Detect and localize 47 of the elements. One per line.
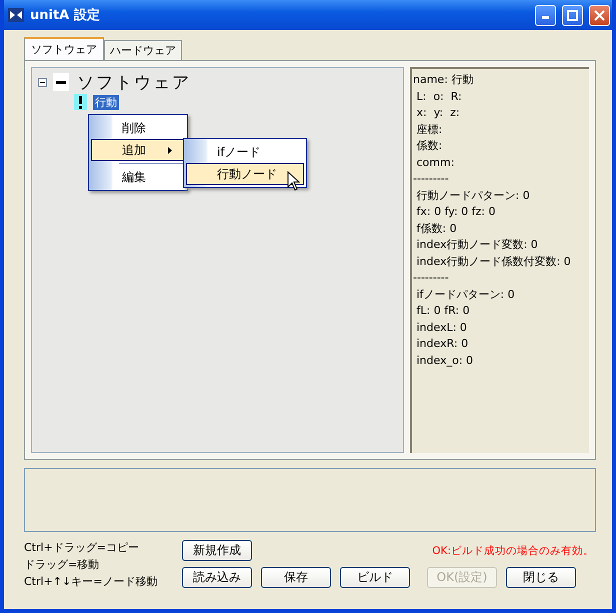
info-line: f係数: 0 — [415, 220, 458, 236]
maximize-icon — [567, 10, 578, 20]
hint-text: ドラッグ=移動 — [24, 557, 100, 572]
menu-item[interactable]: 追加 — [91, 139, 185, 161]
info-line: 座標: — [415, 122, 444, 138]
info-line: index行動ノード変数: 0 — [415, 237, 539, 253]
menu-item[interactable]: 行動ノード — [186, 163, 304, 185]
action-button[interactable]: 閉じる — [506, 567, 576, 588]
info-line: fx: 0 fy: 0 fz: 0 — [415, 204, 497, 220]
menu-item[interactable]: 削除 — [91, 117, 185, 139]
exclamation-icon — [74, 94, 87, 110]
hint-text: Ctrl+↑↓キー=ノード移動 — [24, 574, 158, 589]
info-line: index_o: 0 — [415, 352, 474, 369]
info-line: --------- — [413, 171, 450, 187]
tree-item[interactable]: ソフトウェア — [75, 70, 193, 94]
window-title: unitA 設定 — [30, 6, 101, 24]
info-line: indexR: 0 — [415, 336, 470, 352]
submenu-arrow-icon — [168, 146, 172, 154]
close-button[interactable] — [589, 4, 610, 26]
tab[interactable]: ハードウェア — [104, 40, 182, 60]
minus-icon — [53, 73, 69, 91]
info-line: 行動ノードパターン: 0 — [415, 188, 531, 204]
maximize-button[interactable] — [562, 4, 583, 26]
info-line: x: y: z: — [415, 105, 461, 121]
action-button[interactable]: 保存 — [261, 567, 331, 588]
close-icon — [594, 10, 605, 20]
notice-text: OK:ビルド成功の場合のみ有効。 — [432, 544, 594, 558]
minimize-button[interactable] — [535, 4, 556, 26]
info-line: ifノードパターン: 0 — [415, 286, 516, 302]
action-button[interactable]: 読み込み — [182, 567, 252, 588]
info-line: --------- — [413, 270, 450, 286]
new-button[interactable]: 新規作成 — [182, 540, 252, 561]
info-line: indexL: 0 — [415, 320, 468, 336]
collapse-icon[interactable] — [38, 78, 47, 86]
menu-item[interactable]: 編集 — [91, 166, 185, 188]
tab[interactable]: ソフトウェア — [24, 37, 104, 60]
info-line: L: o: R: — [415, 88, 463, 104]
info-line: 係数: — [415, 138, 444, 154]
action-button[interactable]: ビルド — [340, 567, 410, 588]
tree-item[interactable]: 行動 — [93, 94, 119, 110]
info-line: comm: — [415, 154, 456, 170]
info-line: fL: 0 fR: 0 — [415, 303, 471, 319]
info-line: index行動ノード係数付変数: 0 — [415, 254, 572, 270]
app-icon — [8, 8, 24, 22]
menu-item[interactable]: ifノード — [186, 141, 304, 163]
info-line: name: 行動 — [413, 72, 474, 88]
hint-text: Ctrl+ドラッグ=コピー — [24, 540, 140, 555]
